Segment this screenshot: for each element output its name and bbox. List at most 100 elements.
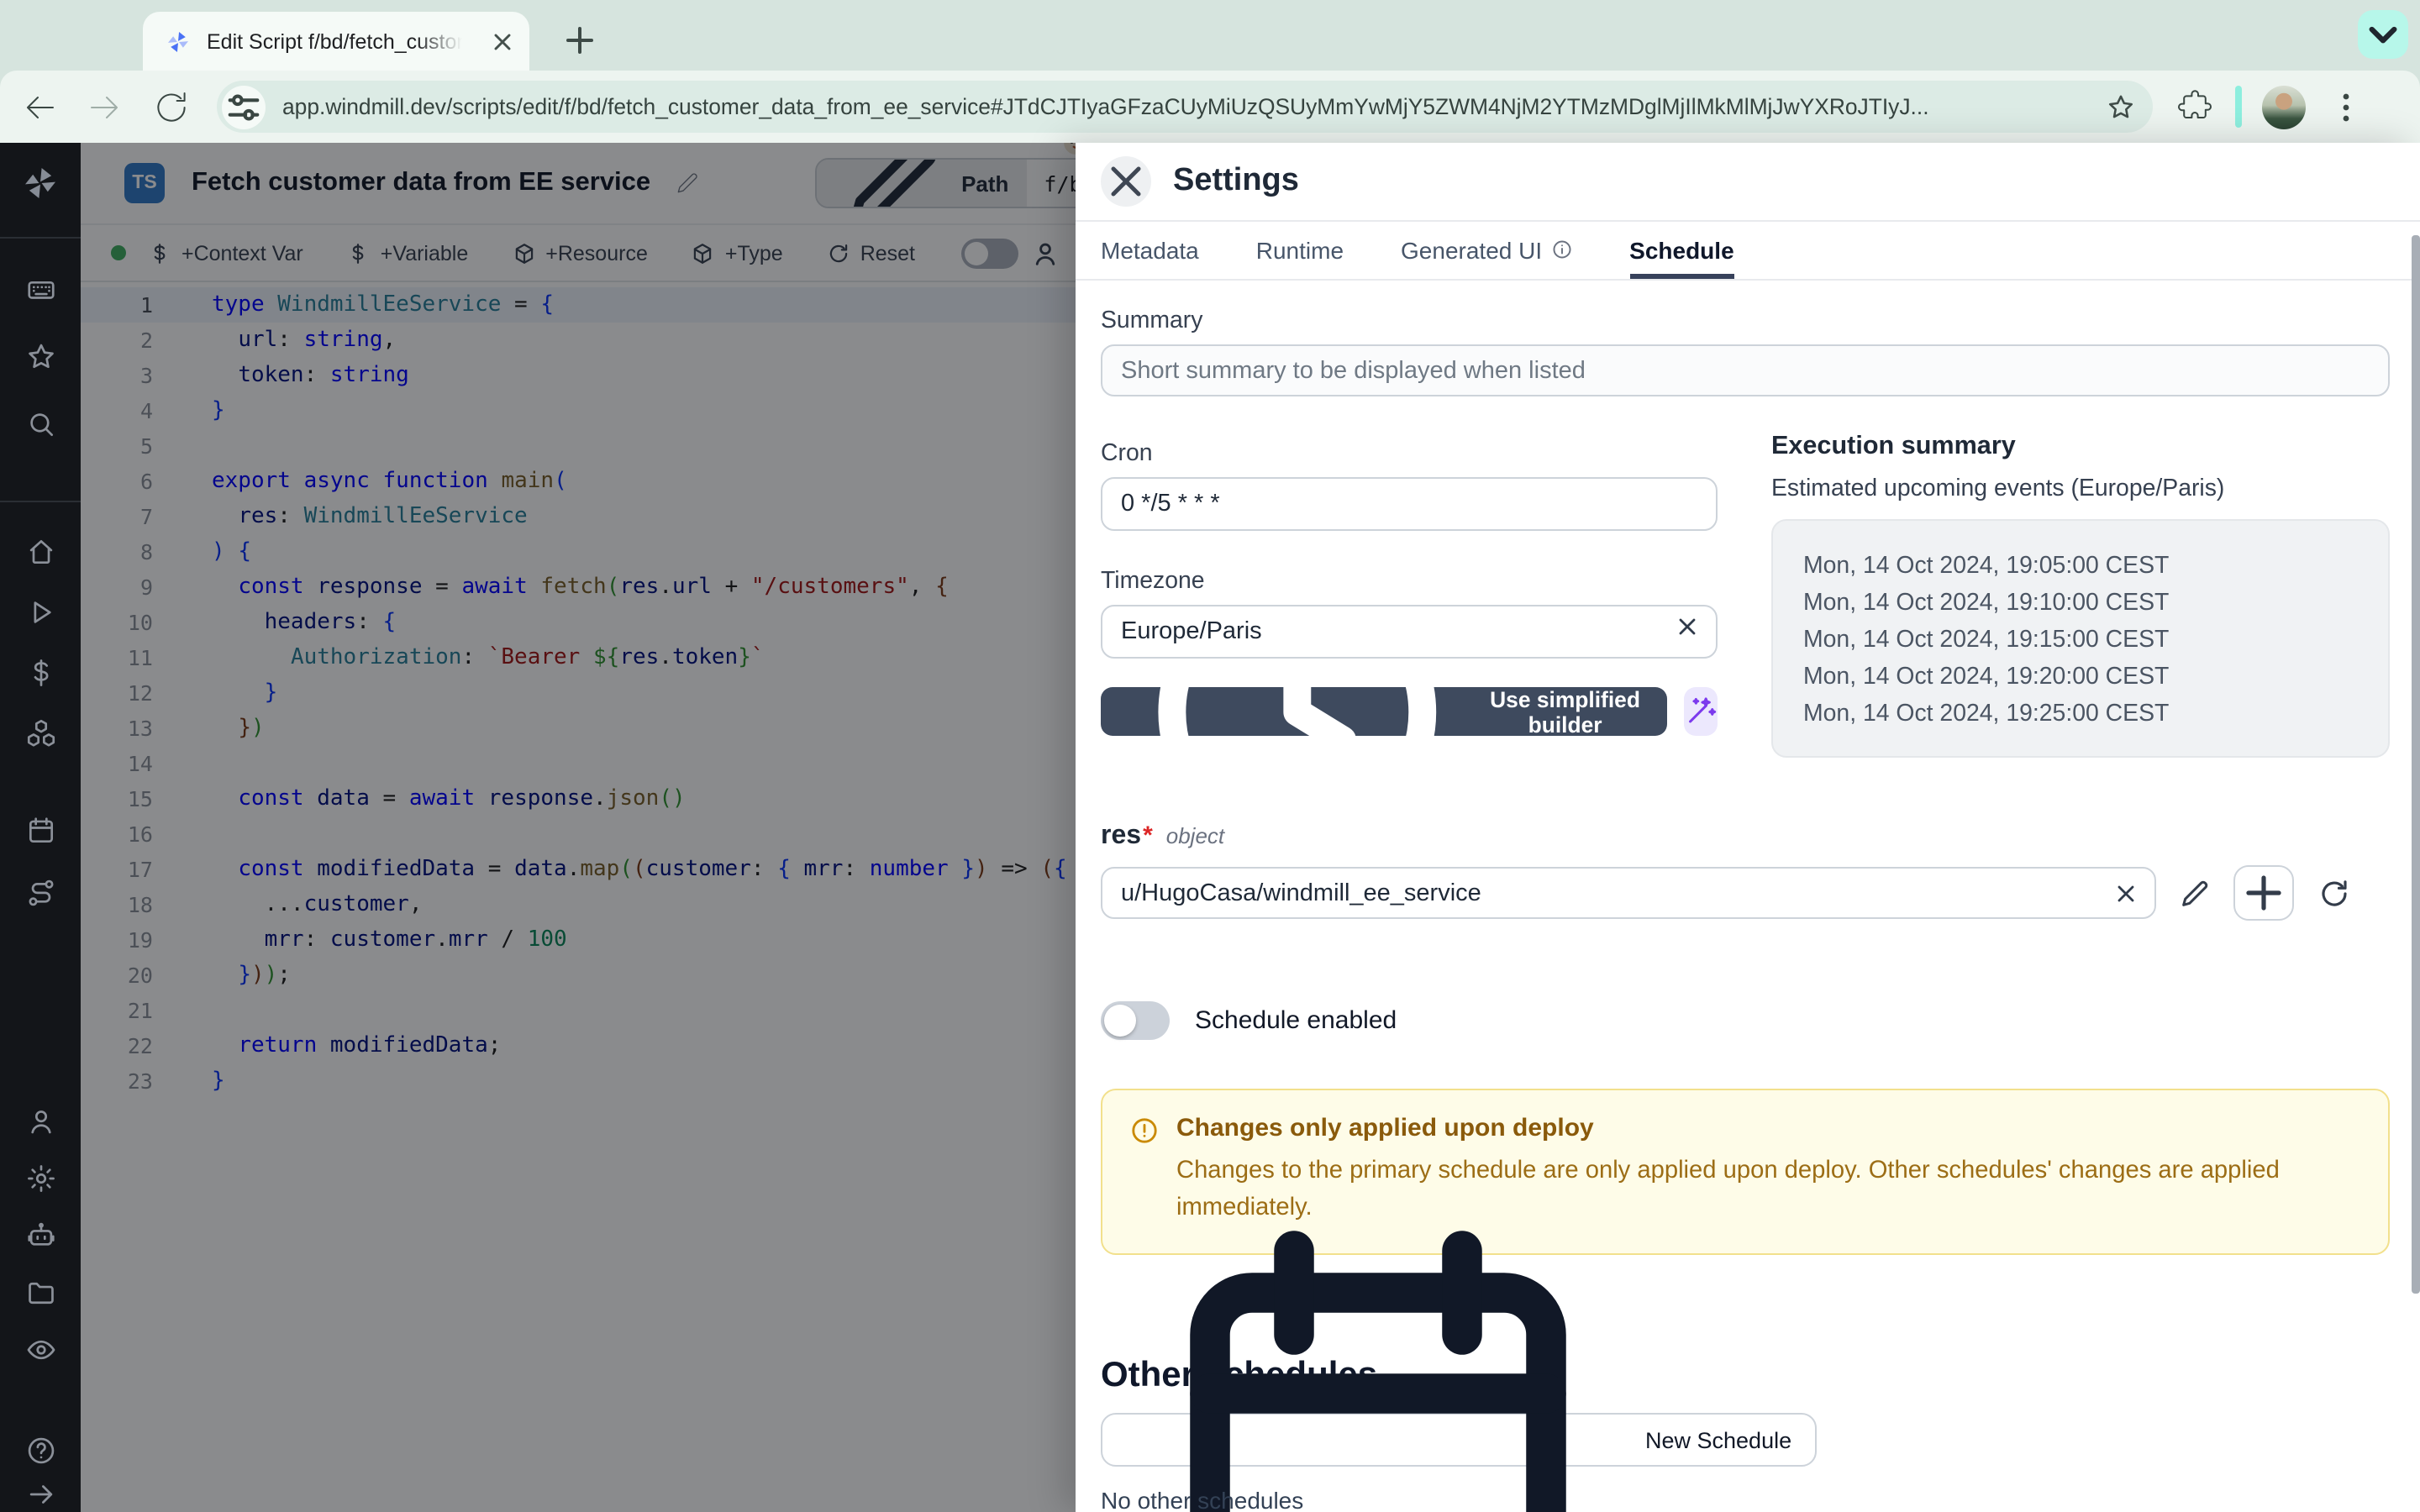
new-schedule-button[interactable]: New Schedule [1101, 1413, 1817, 1467]
sidebar-item-settings[interactable] [0, 1149, 81, 1206]
cron-section: Cron Timezone Use simplified builder [1101, 440, 1718, 736]
schedule-enabled-label: Schedule enabled [1195, 1006, 1397, 1035]
cron-input[interactable] [1101, 477, 1718, 531]
sidebar-item-quick-access[interactable] [0, 255, 81, 323]
drawer-header: Settings [1076, 143, 2420, 222]
other-schedules-section: Other schedules New Schedule No other sc… [1101, 1356, 2390, 1512]
windmill-logo-icon[interactable] [20, 163, 60, 203]
res-input[interactable] [1101, 867, 2156, 919]
res-arg-name: res [1101, 822, 1141, 852]
settings-drawer: Settings Metadata Runtime Generated UI Sche… [1076, 143, 2420, 1512]
ai-cron-button[interactable] [1684, 687, 1718, 736]
tab-title: Edit Script f/bd/fetch_custom [207, 29, 462, 53]
sidebar-item-variables[interactable] [0, 642, 81, 702]
res-clear-icon[interactable] [2112, 879, 2139, 906]
warning-title: Changes only applied upon deploy [1176, 1114, 2319, 1142]
gear-icon [24, 1162, 56, 1194]
summary-input[interactable] [1101, 344, 2390, 396]
wand-sparkles-icon [1684, 695, 1718, 729]
sidebar-item-workers[interactable] [0, 1206, 81, 1263]
main-area: TS Fetch customer data from EE service P… [0, 143, 2420, 1512]
script-editor: TS Fetch customer data from EE service P… [81, 143, 1076, 1512]
sidebar-group [0, 255, 81, 457]
tab-generated-ui[interactable]: Generated UI [1401, 222, 1572, 279]
sidebar-group [0, 1092, 81, 1378]
summary-label: Summary [1101, 307, 2390, 334]
simplified-builder-button[interactable]: Use simplified builder [1101, 687, 1667, 736]
dollar-icon [24, 656, 56, 688]
info-icon [1550, 239, 1572, 260]
site-settings-icon[interactable] [222, 85, 266, 129]
tab-schedule[interactable]: Schedule [1629, 222, 1734, 279]
sidebar-item-folders[interactable] [0, 1263, 81, 1320]
tab-strip: Edit Script f/bd/fetch_custom [0, 0, 2420, 71]
play-icon [24, 596, 56, 627]
back-icon[interactable] [20, 87, 60, 127]
keyboard-icon [24, 273, 56, 305]
res-add-button[interactable] [2233, 865, 2294, 921]
sidebar-item-resources[interactable] [0, 702, 81, 763]
tab-runtime[interactable]: Runtime [1256, 222, 1344, 279]
execution-event: Mon, 14 Oct 2024, 19:10:00 CEST [1803, 585, 2365, 622]
sidebar-group [0, 800, 81, 924]
execution-event: Mon, 14 Oct 2024, 19:25:00 CEST [1803, 696, 2365, 732]
drawer-title: Settings [1173, 163, 1299, 200]
new-tab-button[interactable] [560, 20, 600, 60]
extensions-icon[interactable] [2175, 87, 2215, 127]
execution-events-box: Mon, 14 Oct 2024, 19:05:00 CESTMon, 14 O… [1771, 519, 2390, 758]
reload-icon[interactable] [151, 87, 192, 127]
forward-icon[interactable] [84, 87, 124, 127]
schedule-enabled-row: Schedule enabled [1101, 1001, 1397, 1040]
drawer-scrollbar[interactable] [2412, 235, 2420, 1294]
address-bar[interactable]: app.windmill.dev/scripts/edit/f/bd/fetch… [217, 81, 2153, 133]
calendar-icon [24, 815, 56, 847]
execution-event: Mon, 14 Oct 2024, 19:05:00 CEST [1803, 548, 2365, 585]
res-refresh-icon[interactable] [2317, 876, 2351, 910]
sidebar-item-audit-logs[interactable] [0, 1320, 81, 1378]
sidebar-group [0, 521, 81, 763]
schedule-enabled-toggle[interactable] [1101, 1001, 1170, 1040]
timezone-input[interactable] [1101, 605, 1718, 659]
close-icon[interactable] [1101, 156, 1151, 207]
sidebar-item-search[interactable] [0, 390, 81, 457]
sidebar-item-help[interactable] [0, 1428, 81, 1472]
search-icon [24, 407, 56, 439]
app-sidebar [0, 143, 81, 1512]
cron-label: Cron [1101, 440, 1718, 467]
execution-summary-heading: Execution summary [1771, 432, 2390, 462]
required-mark: * [1143, 822, 1153, 850]
settings-body: Summary Cron Timezone Use simplified b [1076, 281, 2420, 1512]
sidebar-groups [0, 239, 81, 1512]
execution-event: Mon, 14 Oct 2024, 19:20:00 CEST [1803, 659, 2365, 696]
tab-metadata[interactable]: Metadata [1101, 222, 1199, 279]
sidebar-item-users[interactable] [0, 1092, 81, 1149]
timezone-clear-icon[interactable] [1674, 613, 1701, 640]
modal-backdrop[interactable] [81, 143, 1076, 1512]
avatar[interactable] [2262, 85, 2306, 129]
sidebar-item-home[interactable] [0, 521, 81, 581]
res-edit-pencil-icon[interactable] [2178, 876, 2212, 910]
bookmark-star-icon[interactable] [2106, 92, 2136, 122]
arrowright-icon [24, 1478, 56, 1509]
tab-close-icon[interactable] [489, 28, 516, 55]
sidebar-item-triggers[interactable] [0, 862, 81, 924]
boxes-icon [24, 717, 56, 748]
sidebar-item-favorites[interactable] [0, 323, 81, 390]
no-other-schedules-text: No other schedules [1101, 1487, 2390, 1512]
browser-menu-icon[interactable] [2326, 87, 2366, 127]
sidebar-item-runs[interactable] [0, 581, 81, 642]
browser-toolbar: app.windmill.dev/scripts/edit/f/bd/fetch… [0, 71, 2420, 143]
alert-circle-icon [1129, 1116, 1160, 1146]
calendar-icon [1126, 1188, 1630, 1512]
browser-tab[interactable]: Edit Script f/bd/fetch_custom [143, 12, 529, 71]
sidebar-expand[interactable] [0, 1472, 81, 1512]
star-icon [24, 340, 56, 372]
bot-icon [24, 1219, 56, 1251]
tab-search-button[interactable] [2358, 10, 2408, 59]
toolbar-accent-bar [2235, 86, 2242, 128]
app-window: Edit Script f/bd/fetch_custom app.windmi… [0, 0, 2420, 1512]
res-section: res * object [1101, 822, 2390, 921]
sidebar-item-schedules[interactable] [0, 800, 81, 862]
route-icon [24, 877, 56, 909]
url-text: app.windmill.dev/scripts/edit/f/bd/fetch… [282, 94, 2092, 119]
